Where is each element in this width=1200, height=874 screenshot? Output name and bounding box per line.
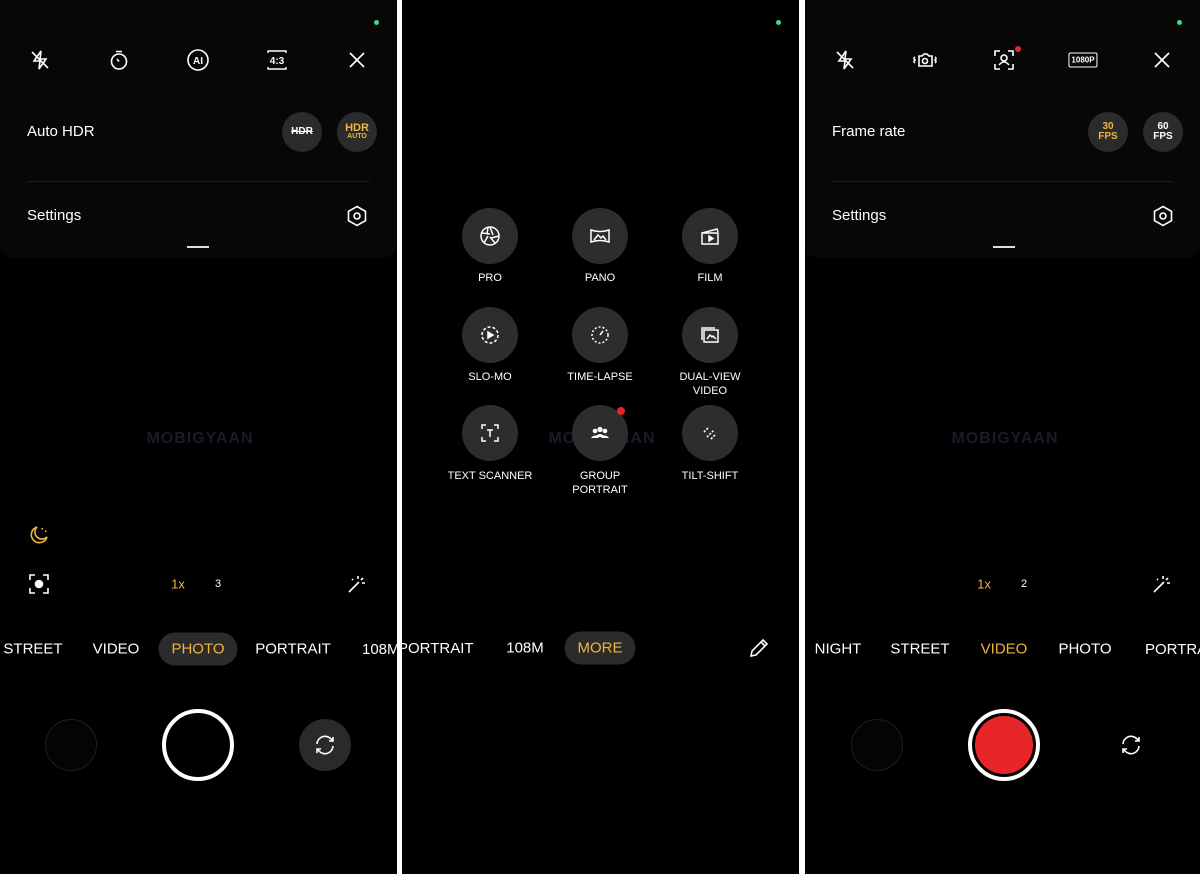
status-dot xyxy=(374,20,379,25)
hdr-auto-line1: HDR xyxy=(345,122,369,134)
focus-icon[interactable] xyxy=(28,573,50,595)
pro-label: PRO xyxy=(478,272,502,284)
text-scanner-label: TEXT SCANNER xyxy=(447,470,533,482)
hdr-auto-button[interactable]: HDR AUTO xyxy=(337,112,377,152)
mode-street[interactable]: STREET xyxy=(3,641,62,658)
shutter-button[interactable] xyxy=(162,709,234,781)
zoom-1x[interactable]: 1x xyxy=(977,577,991,592)
tilt-shift-icon xyxy=(703,426,717,440)
pro-mode-button[interactable] xyxy=(462,208,518,264)
frame-rate-label: Frame rate xyxy=(832,123,906,140)
resolution-button[interactable]: 1080P xyxy=(1068,52,1098,68)
hdr-off-label: HDR xyxy=(291,126,313,137)
group-icon xyxy=(591,426,609,438)
slow-motion-icon xyxy=(481,326,499,344)
flash-off-icon[interactable] xyxy=(834,49,856,71)
mode-more-active[interactable]: MORE xyxy=(564,631,636,665)
mode-portrait[interactable]: PORTRAIT xyxy=(255,641,331,658)
svg-text:4:3: 4:3 xyxy=(270,56,285,67)
settings-gear-icon[interactable] xyxy=(346,205,368,227)
magic-wand-icon[interactable] xyxy=(1151,573,1173,595)
slo-mo-label: SLO-MO xyxy=(468,371,512,383)
mode-108m[interactable]: 108M xyxy=(506,640,544,657)
fps-30-unit: FPS xyxy=(1098,131,1118,142)
panorama-icon xyxy=(590,228,610,244)
flip-camera-icon xyxy=(316,735,334,755)
mode-portrait[interactable]: PORTRAIT xyxy=(1145,641,1200,658)
tilt-shift-label: TILT-SHIFT xyxy=(681,470,739,482)
divider xyxy=(27,181,370,182)
tilt-shift-mode-button[interactable] xyxy=(682,405,738,461)
svg-text:AI: AI xyxy=(193,56,203,67)
gallery-thumbnail[interactable] xyxy=(851,719,903,771)
settings-label[interactable]: Settings xyxy=(832,207,886,224)
text-scanner-icon xyxy=(481,424,499,442)
hdr-auto-line2: AUTO xyxy=(347,133,367,140)
film-mode-button[interactable] xyxy=(682,208,738,264)
hdr-off-button[interactable]: HDR xyxy=(282,112,322,152)
edit-pencil-icon[interactable] xyxy=(748,637,770,659)
zoom-1x[interactable]: 1x xyxy=(171,577,185,592)
stabilization-icon[interactable] xyxy=(911,49,939,71)
timer-icon[interactable] xyxy=(108,49,130,71)
record-indicator xyxy=(975,716,1033,774)
aspect-ratio-icon[interactable]: 4:3 xyxy=(265,49,289,71)
mode-video-active[interactable]: VIDEO xyxy=(981,641,1028,658)
sheet-handle[interactable] xyxy=(187,246,209,248)
mode-street[interactable]: STREET xyxy=(890,641,949,658)
fps-60-unit: FPS xyxy=(1153,131,1173,142)
dual-view-video-mode-button[interactable] xyxy=(682,307,738,363)
time-lapse-mode-button[interactable] xyxy=(572,307,628,363)
slo-mo-mode-button[interactable] xyxy=(462,307,518,363)
status-dot xyxy=(776,20,781,25)
flash-off-icon[interactable] xyxy=(29,49,51,71)
status-dot xyxy=(1177,20,1182,25)
watermark-logo: MOBIGYAAN xyxy=(951,430,1059,447)
zoom-3x[interactable]: 3 xyxy=(215,578,221,590)
clapperboard-icon xyxy=(701,228,719,245)
video-screen: 1080P Frame rate 30 FPS 60 FPS Settings MO… xyxy=(805,0,1200,874)
mode-video[interactable]: VIDEO xyxy=(93,641,140,658)
divider xyxy=(832,181,1173,182)
gallery-thumbnail[interactable] xyxy=(45,719,97,771)
zoom-2x[interactable]: 2 xyxy=(1021,578,1027,590)
settings-label[interactable]: Settings xyxy=(27,207,81,224)
flip-camera-button[interactable] xyxy=(299,719,351,771)
time-lapse-label: TIME-LAPSE xyxy=(567,371,633,383)
fps-30-button[interactable]: 30 FPS xyxy=(1088,112,1128,152)
film-label: FILM xyxy=(697,272,723,284)
ai-icon[interactable]: AI xyxy=(186,48,210,72)
dual-view-icon xyxy=(701,327,719,343)
close-icon[interactable] xyxy=(348,51,366,69)
photo-screen: AI 4:3 Auto HDR HDR HDR AUTO Settings MOB… xyxy=(0,0,397,874)
text-scanner-mode-button[interactable] xyxy=(462,405,518,461)
face-frame-icon[interactable] xyxy=(993,49,1015,71)
time-lapse-icon xyxy=(591,326,609,344)
aperture-icon xyxy=(480,226,500,246)
flip-camera-icon[interactable] xyxy=(1119,733,1143,757)
magic-wand-icon[interactable] xyxy=(346,573,368,595)
settings-gear-icon[interactable] xyxy=(1152,205,1174,227)
close-icon[interactable] xyxy=(1153,51,1171,69)
mode-photo[interactable]: PHOTO xyxy=(1058,641,1111,658)
watermark-logo: MOBIGYAAN xyxy=(146,430,254,447)
pano-label: PANO xyxy=(584,272,616,284)
auto-hdr-label: Auto HDR xyxy=(27,123,95,140)
dual-view-video-label: DUAL-VIEW VIDEO xyxy=(679,371,741,397)
more-modes-screen: MOBIGYAAN PRO PANO FILM SLO-MO TIME-LAPS… xyxy=(402,0,799,874)
mode-night[interactable]: NIGHT xyxy=(815,641,862,658)
mode-photo-active[interactable]: PHOTO xyxy=(158,632,238,666)
mode-portrait[interactable]: PORTRAIT xyxy=(402,640,474,657)
group-portrait-label: GROUP PORTRAIT xyxy=(572,470,628,496)
fps-60-button[interactable]: 60 FPS xyxy=(1143,112,1183,152)
night-moon-icon[interactable] xyxy=(28,524,50,546)
pano-mode-button[interactable] xyxy=(572,208,628,264)
sheet-handle[interactable] xyxy=(993,246,1015,248)
notification-dot xyxy=(1015,46,1021,52)
record-button[interactable] xyxy=(968,709,1040,781)
mode-108m[interactable]: 108M xyxy=(362,641,397,658)
new-badge-dot xyxy=(617,407,625,415)
